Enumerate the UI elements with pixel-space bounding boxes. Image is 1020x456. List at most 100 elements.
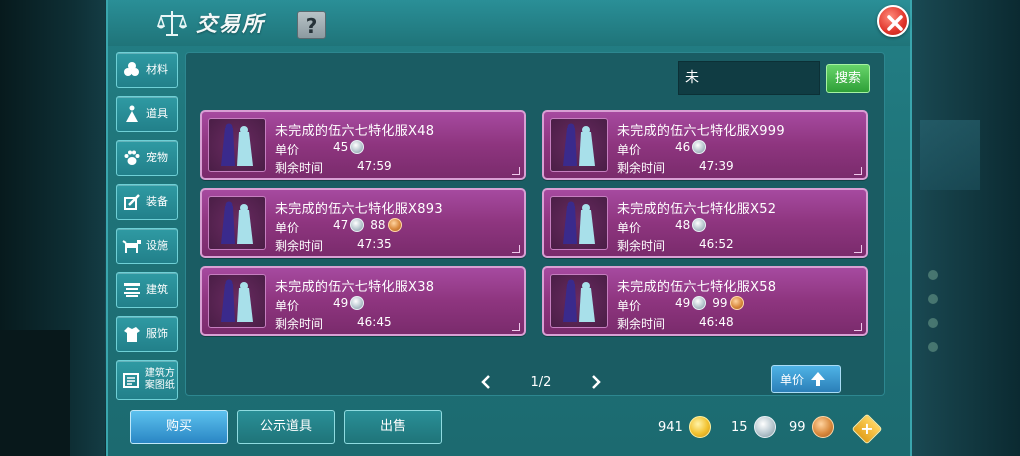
sidebar-item-materials[interactable]: 材料 bbox=[116, 52, 178, 88]
pet-paw-icon bbox=[122, 148, 142, 168]
listing-name: 未完成的伍六七特化服X58 bbox=[617, 280, 777, 295]
costume-thumbnail bbox=[550, 118, 608, 172]
corner-mark bbox=[512, 245, 520, 253]
close-icon bbox=[887, 15, 903, 31]
price-label: 单价 bbox=[617, 221, 642, 235]
sidebar-item-buildings[interactable]: 建筑 bbox=[116, 272, 178, 308]
public-items-button[interactable]: 公示道具 bbox=[237, 410, 335, 444]
listing-price: 45 bbox=[333, 140, 365, 154]
bronze-balance: 99 bbox=[789, 416, 834, 438]
silver-coin-icon bbox=[692, 140, 707, 154]
add-currency-button[interactable]: + bbox=[851, 413, 883, 445]
listing-card[interactable]: 未完成的伍六七特化服X999 单价 46 剩余时间 47:39 bbox=[542, 110, 868, 180]
silver-amount: 15 bbox=[731, 419, 748, 435]
chevron-right-icon bbox=[592, 375, 601, 389]
help-button[interactable]: ? bbox=[297, 11, 326, 39]
pagination: 1/2 bbox=[476, 371, 606, 393]
listing-card[interactable]: 未完成的伍六七特化服X58 单价 49 99 剩余时间 46:48 bbox=[542, 266, 868, 336]
remaining-time: 47:59 bbox=[357, 159, 392, 173]
corner-mark bbox=[854, 245, 862, 253]
silver-coin-icon bbox=[350, 140, 365, 154]
silver-coin-icon bbox=[350, 296, 365, 310]
sort-label: 单价 bbox=[780, 372, 805, 387]
silver-coin-icon bbox=[350, 218, 365, 232]
sidebar-item-label: 建筑方案图纸 bbox=[144, 368, 175, 391]
clothing-icon bbox=[122, 324, 142, 344]
listing-card[interactable]: 未完成的伍六七特化服X38 单价 49 剩余时间 46:45 bbox=[200, 266, 526, 336]
sort-up-arrow-icon bbox=[811, 372, 826, 386]
sidebar-item-facilities[interactable]: 设施 bbox=[116, 228, 178, 264]
price-bronze: 99 bbox=[712, 296, 728, 310]
costume-thumbnail bbox=[208, 196, 266, 250]
listing-price: 49 99 bbox=[675, 296, 744, 310]
bronze-coin-icon bbox=[387, 218, 402, 232]
sidebar-item-items[interactable]: 道具 bbox=[116, 96, 178, 132]
sidebar-item-label: 道具 bbox=[146, 107, 168, 120]
listing-price: 48 bbox=[675, 218, 707, 232]
remaining-time: 47:35 bbox=[357, 237, 392, 251]
listing-card[interactable]: 未完成的伍六七特化服X52 单价 48 剩余时间 46:52 bbox=[542, 188, 868, 258]
sidebar-item-pets[interactable]: 宠物 bbox=[116, 140, 178, 176]
facility-icon bbox=[122, 236, 142, 256]
blueprint-icon bbox=[122, 370, 141, 390]
scale-icon bbox=[156, 11, 188, 36]
remaining-time: 47:39 bbox=[699, 159, 734, 173]
sidebar-item-clothing[interactable]: 服饰 bbox=[116, 316, 178, 352]
remaining-time: 46:52 bbox=[699, 237, 734, 251]
sidebar-item-equipment[interactable]: 装备 bbox=[116, 184, 178, 220]
next-page-button[interactable] bbox=[586, 372, 606, 392]
remaining-time: 46:48 bbox=[699, 315, 734, 329]
listing-price: 46 bbox=[675, 140, 707, 154]
costume-thumbnail bbox=[550, 274, 608, 328]
price-silver: 49 bbox=[675, 296, 691, 310]
listing-price: 49 bbox=[333, 296, 365, 310]
listing-card[interactable]: 未完成的伍六七特化服X48 单价 45 剩余时间 47:59 bbox=[200, 110, 526, 180]
price-label: 单价 bbox=[617, 299, 642, 313]
sort-by-price-button[interactable]: 单价 bbox=[771, 365, 841, 393]
sidebar-item-label: 设施 bbox=[146, 239, 168, 252]
corner-mark bbox=[854, 167, 862, 175]
time-label: 剩余时间 bbox=[275, 239, 324, 253]
time-label: 剩余时间 bbox=[617, 161, 666, 175]
silver-coin-icon bbox=[692, 218, 707, 232]
price-label: 单价 bbox=[275, 143, 300, 157]
listing-card[interactable]: 未完成的伍六七特化服X893 单价 47 88 剩余时间 47:35 bbox=[200, 188, 526, 258]
page-indicator: 1/2 bbox=[530, 374, 552, 390]
silver-coin-icon bbox=[692, 296, 707, 310]
silver-balance: 15 bbox=[731, 416, 776, 438]
page-title: 交易所 bbox=[196, 12, 265, 36]
sidebar-item-label: 服饰 bbox=[146, 327, 168, 340]
prev-page-button[interactable] bbox=[476, 372, 496, 392]
search-input[interactable]: 未 bbox=[678, 61, 820, 95]
price-label: 单价 bbox=[275, 221, 300, 235]
close-button[interactable] bbox=[877, 5, 909, 37]
sidebar-item-blueprints[interactable]: 建筑方案图纸 bbox=[116, 360, 178, 400]
bronze-amount: 99 bbox=[789, 419, 806, 435]
time-label: 剩余时间 bbox=[617, 239, 666, 253]
corner-mark bbox=[512, 323, 520, 331]
search-button[interactable]: 搜索 bbox=[826, 64, 870, 93]
chevron-left-icon bbox=[481, 375, 490, 389]
materials-icon bbox=[122, 60, 142, 80]
category-sidebar: 材料 道具 宠物 装备 设施 建筑 服饰 建筑方案图纸 bbox=[116, 52, 178, 408]
listing-name: 未完成的伍六七特化服X893 bbox=[275, 202, 443, 217]
bronze-coin-icon bbox=[729, 296, 744, 310]
listing-name: 未完成的伍六七特化服X38 bbox=[275, 280, 435, 295]
listing-name: 未完成的伍六七特化服X52 bbox=[617, 202, 777, 217]
sell-button[interactable]: 出售 bbox=[344, 410, 442, 444]
item-icon bbox=[122, 104, 142, 124]
background-left bbox=[0, 0, 105, 456]
background-lights bbox=[928, 270, 938, 352]
listing-area: 未 搜索 未完成的伍六七特化服X48 单价 45 剩余时间 47:59 未完成的… bbox=[185, 52, 885, 396]
sidebar-item-label: 材料 bbox=[146, 63, 168, 76]
price-silver: 48 bbox=[675, 218, 691, 232]
silver-coin-icon bbox=[753, 416, 776, 438]
sidebar-item-label: 装备 bbox=[146, 195, 168, 208]
costume-thumbnail bbox=[208, 118, 266, 172]
listing-name: 未完成的伍六七特化服X48 bbox=[275, 124, 435, 139]
price-silver: 49 bbox=[333, 296, 349, 310]
price-silver: 47 bbox=[333, 218, 349, 232]
price-silver: 46 bbox=[675, 140, 691, 154]
buy-button[interactable]: 购买 bbox=[130, 410, 228, 444]
building-icon bbox=[122, 280, 142, 300]
